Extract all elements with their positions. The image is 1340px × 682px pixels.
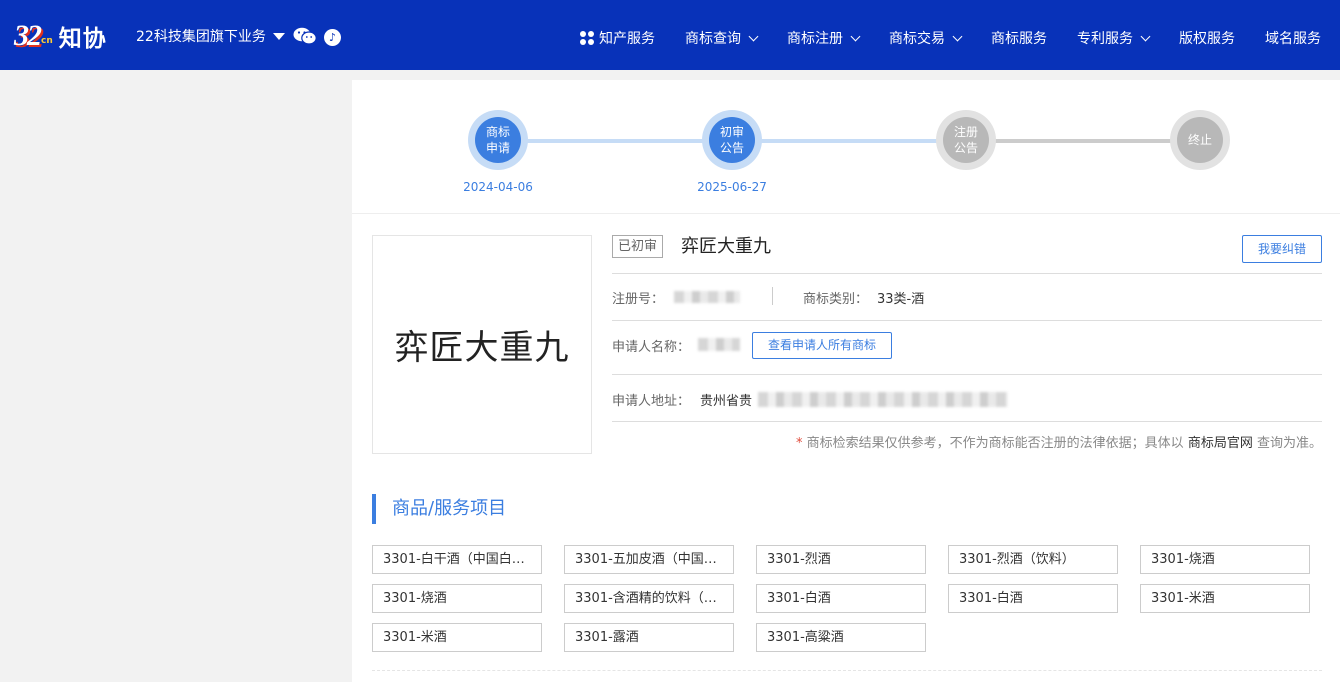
step-label: 终止 bbox=[1177, 117, 1223, 163]
status-badge: 已初审 bbox=[612, 235, 664, 258]
goods-item[interactable]: 3301-米酒 bbox=[372, 623, 542, 652]
applicant-label: 申请人名称： bbox=[612, 340, 691, 355]
redacted-applicant bbox=[698, 338, 740, 351]
goods-item[interactable]: 3301-白酒 bbox=[948, 584, 1118, 613]
step-circle: 终止 bbox=[1170, 110, 1230, 170]
reg-no-label: 注册号： bbox=[612, 292, 665, 307]
trademark-office-link[interactable]: 商标局官网 bbox=[1188, 436, 1253, 451]
redacted-address bbox=[758, 392, 1008, 407]
divider bbox=[372, 670, 1322, 671]
grid-icon bbox=[580, 31, 594, 45]
divider bbox=[772, 287, 773, 305]
goods-item[interactable]: 3301-白干酒（中国白酒） bbox=[372, 545, 542, 574]
goods-item[interactable]: 3301-米酒 bbox=[1140, 584, 1310, 613]
trademark-name: 弈匠大重九 bbox=[681, 236, 771, 257]
progress-steps: 商标申请 2024-04-06 初审公告 2025-06-27 注册公告 终止 bbox=[352, 80, 1340, 214]
top-header: 32 cn 知协 22科技集团旗下业务 ♪ 知产服务 商标查询 商标注册 商标交易 商标… bbox=[0, 0, 1340, 70]
chevron-down-icon bbox=[952, 31, 963, 41]
class-label: 商标类别： bbox=[803, 292, 869, 307]
goods-list: 3301-白干酒（中国白酒） 3301-五加皮酒（中国白酒） 3301-烈酒 3301… bbox=[372, 545, 1322, 662]
goods-item[interactable]: 3301-露酒 bbox=[564, 623, 734, 652]
step-circle: 初审公告 bbox=[702, 110, 762, 170]
nav-item-label: 商标服务 bbox=[991, 31, 1047, 47]
goods-item[interactable]: 3301-烧酒 bbox=[1140, 545, 1310, 574]
nav-item-label: 商标交易 bbox=[889, 31, 945, 47]
step-date: 2025-06-27 bbox=[697, 180, 767, 194]
logo-number: 32 bbox=[14, 19, 42, 52]
goods-item[interactable]: 3301-含酒精的饮料（啤酒除外） bbox=[564, 584, 734, 613]
step-label: 初审公告 bbox=[709, 117, 755, 163]
divider bbox=[612, 273, 1322, 274]
nav-item-label: 商标查询 bbox=[685, 31, 741, 47]
nav-item[interactable]: 知产服务 bbox=[580, 28, 655, 48]
nav-item[interactable]: 商标交易 bbox=[889, 28, 963, 48]
nav-item[interactable]: 版权服务 bbox=[1179, 28, 1235, 48]
address-value: 贵州省贵 bbox=[700, 394, 753, 409]
main-nav: 知产服务 商标查询 商标注册 商标交易 商标服务 专利服务 版权服务 域名服务 bbox=[580, 28, 1321, 48]
nav-item[interactable]: 域名服务 bbox=[1265, 28, 1321, 48]
nav-item-label: 版权服务 bbox=[1179, 31, 1235, 47]
step-connector bbox=[498, 139, 732, 143]
nav-item[interactable]: 商标查询 bbox=[685, 28, 759, 48]
chevron-down-icon bbox=[748, 31, 759, 41]
step-connector bbox=[732, 139, 966, 143]
chevron-down-icon bbox=[1140, 31, 1151, 41]
nav-item-label: 专利服务 bbox=[1077, 31, 1133, 47]
disclaimer-text: * 商标检索结果仅供参考，不作为商标能否注册的法律依据；具体以 商标局官网 查询… bbox=[796, 436, 1322, 451]
goods-item[interactable]: 3301-烈酒 bbox=[756, 545, 926, 574]
logo-domain: cn bbox=[41, 36, 53, 46]
group-business-label: 22科技集团旗下业务 bbox=[136, 29, 266, 45]
goods-section-title: 商品/服务项目 bbox=[372, 494, 506, 524]
logo-text: 知协 bbox=[58, 26, 107, 52]
nav-item-label: 商标注册 bbox=[787, 31, 843, 47]
nav-item-label: 域名服务 bbox=[1265, 31, 1321, 47]
nav-item[interactable]: 商标服务 bbox=[991, 28, 1047, 48]
trademark-image: 弈匠大重九 bbox=[372, 235, 592, 454]
class-value: 33类-酒 bbox=[877, 292, 925, 307]
view-applicant-trademarks-button[interactable]: 查看申请人所有商标 bbox=[752, 332, 892, 359]
step-date: 2024-04-06 bbox=[463, 180, 533, 194]
group-business-dropdown[interactable]: 22科技集团旗下业务 bbox=[136, 26, 285, 46]
step-circle: 商标申请 bbox=[468, 110, 528, 170]
nav-item[interactable]: 专利服务 bbox=[1077, 28, 1151, 48]
nav-item-label: 知产服务 bbox=[599, 31, 655, 47]
tiktok-icon[interactable]: ♪ bbox=[324, 29, 341, 46]
step-circle: 注册公告 bbox=[936, 110, 996, 170]
goods-item[interactable]: 3301-白酒 bbox=[756, 584, 926, 613]
divider bbox=[612, 374, 1322, 375]
report-error-button[interactable]: 我要纠错 bbox=[1242, 235, 1322, 263]
wechat-icon[interactable] bbox=[293, 27, 317, 45]
nav-item[interactable]: 商标注册 bbox=[787, 28, 861, 48]
step-label: 注册公告 bbox=[943, 117, 989, 163]
divider bbox=[612, 320, 1322, 321]
divider bbox=[612, 421, 1322, 422]
step-label: 商标申请 bbox=[475, 117, 521, 163]
caret-down-icon bbox=[272, 32, 285, 40]
trademark-detail-panel: 商标申请 2024-04-06 初审公告 2025-06-27 注册公告 终止 弈匠大重九… bbox=[352, 80, 1340, 682]
goods-item[interactable]: 3301-高粱酒 bbox=[756, 623, 926, 652]
chevron-down-icon bbox=[850, 31, 861, 41]
site-logo[interactable]: 32 cn 知协 bbox=[14, 17, 107, 55]
goods-item[interactable]: 3301-烈酒（饮料） bbox=[948, 545, 1118, 574]
goods-item[interactable]: 3301-五加皮酒（中国白酒） bbox=[564, 545, 734, 574]
redacted-reg-no bbox=[674, 291, 740, 303]
step-connector bbox=[966, 139, 1200, 143]
address-label: 申请人地址： bbox=[612, 394, 691, 409]
goods-item[interactable]: 3301-烧酒 bbox=[372, 584, 542, 613]
